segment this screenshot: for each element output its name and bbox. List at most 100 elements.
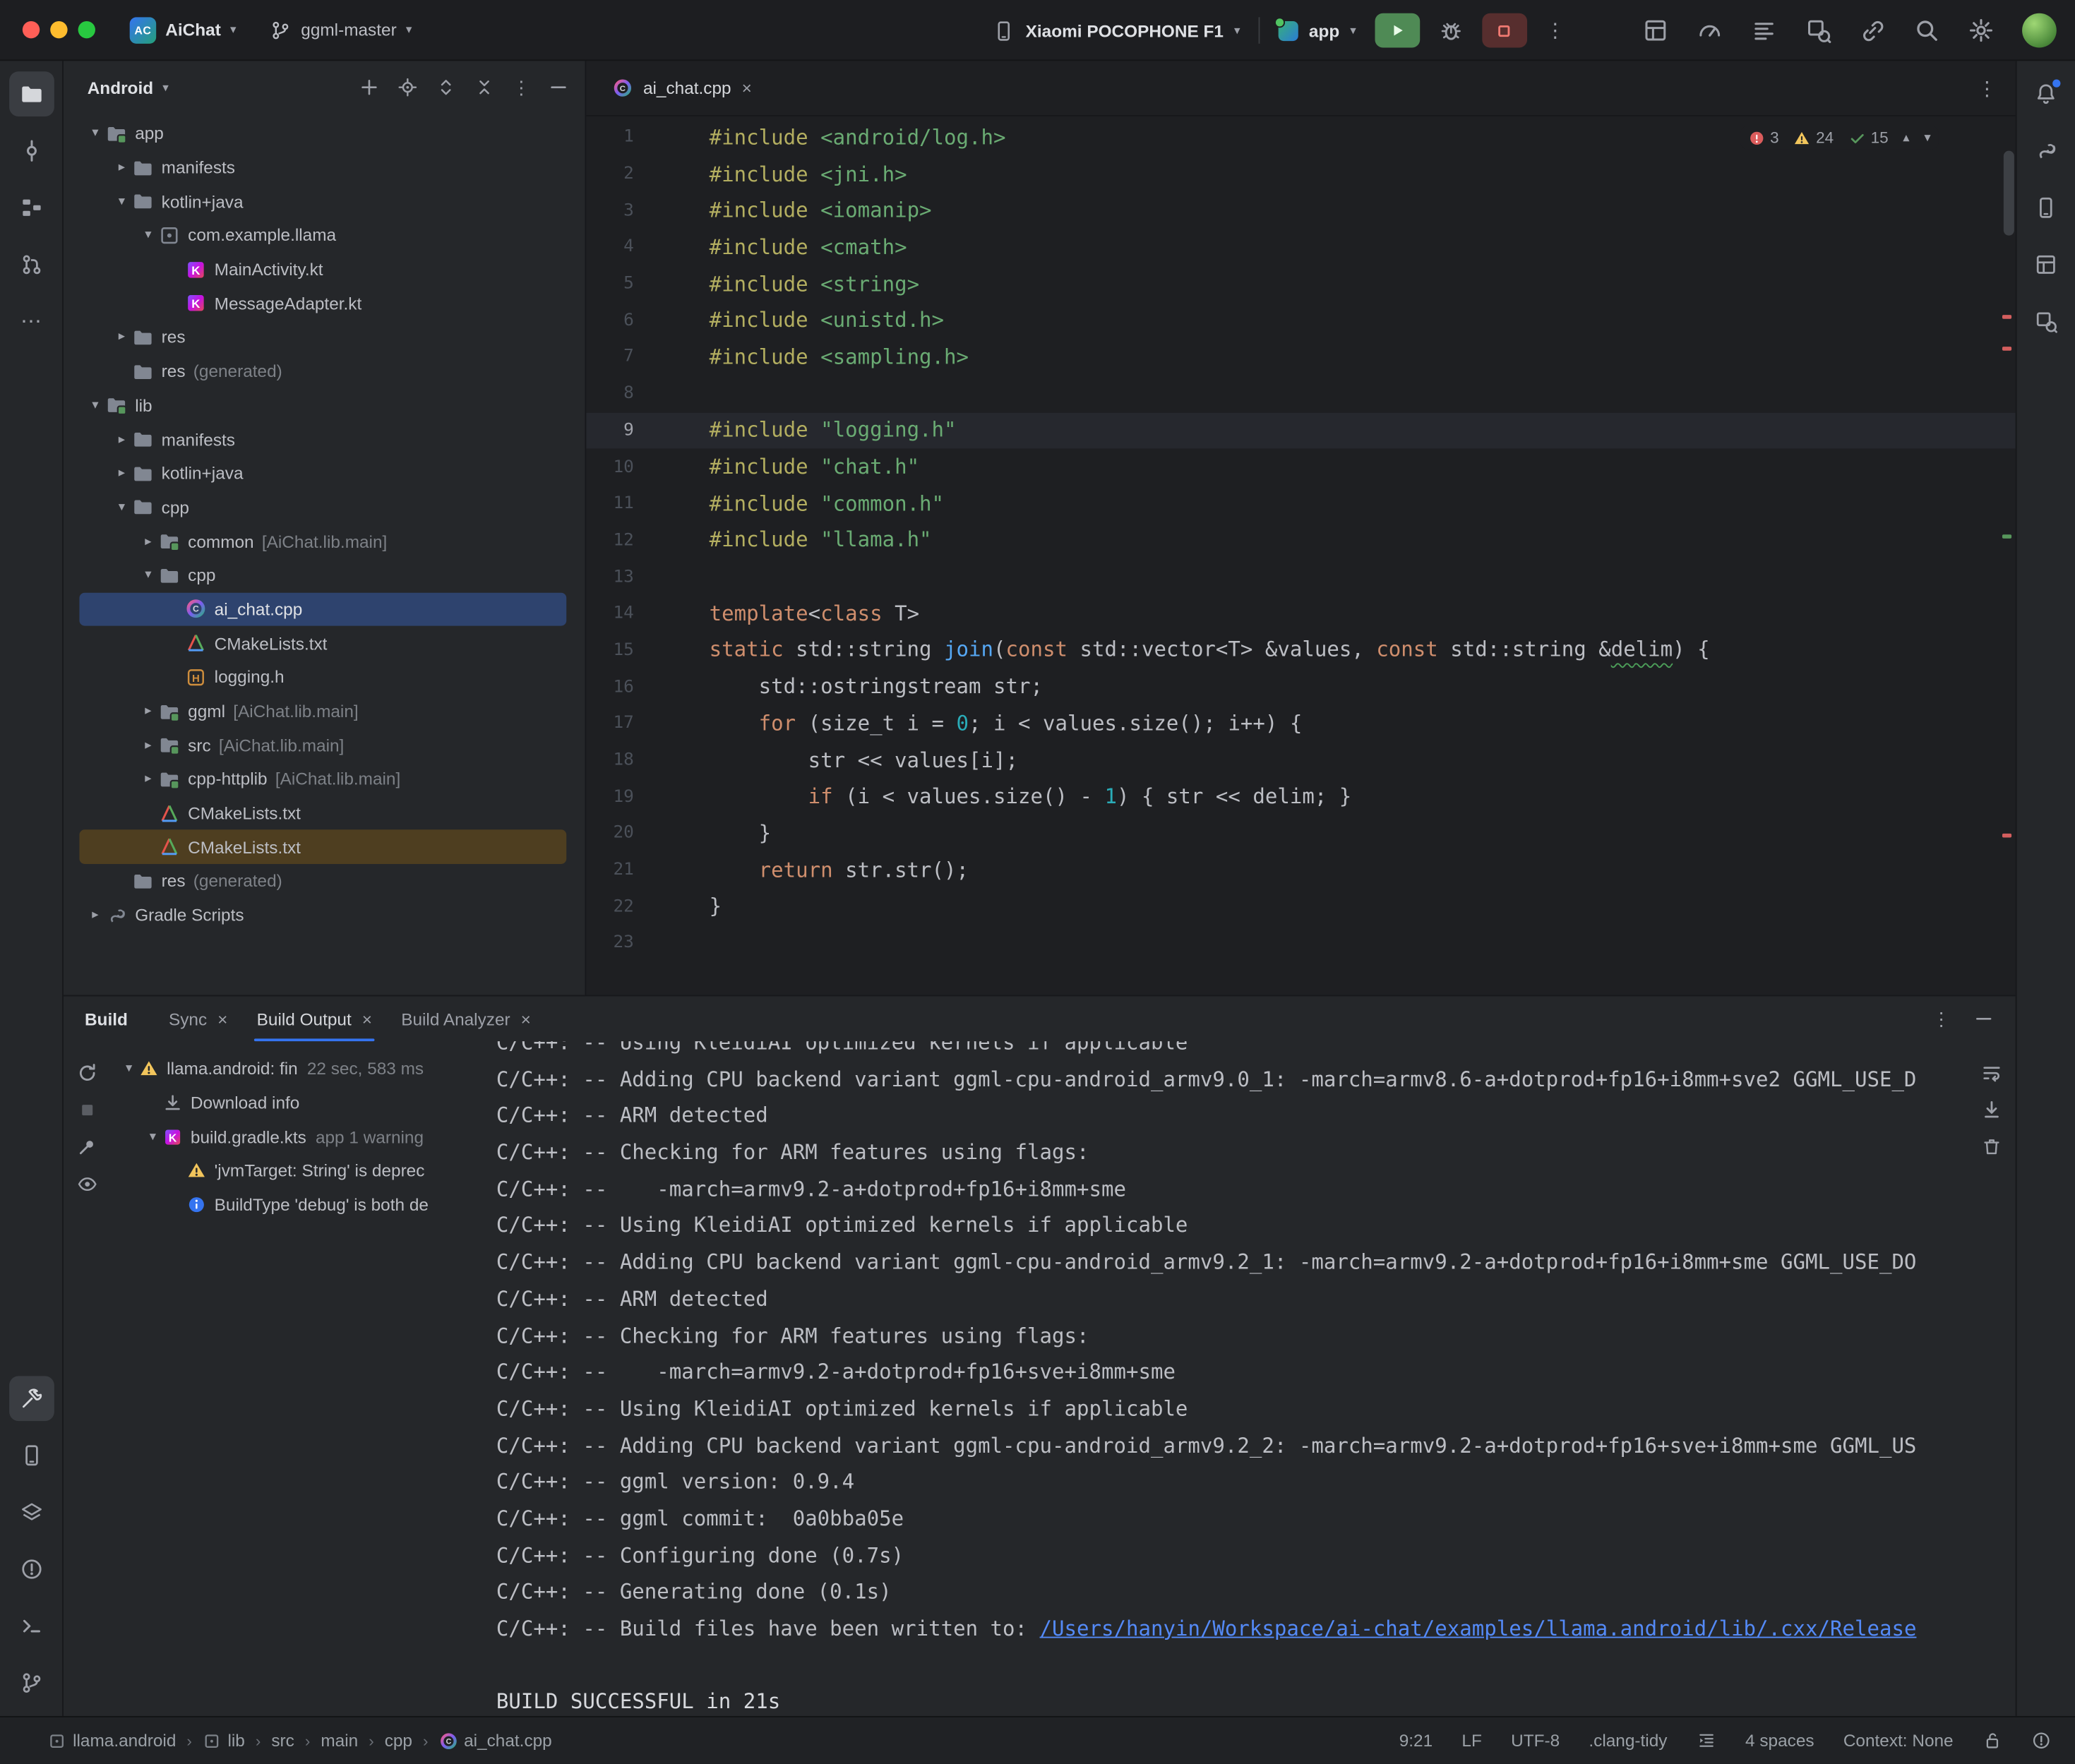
chevron-down-icon[interactable]: ▾: [138, 228, 159, 243]
line-separator-widget[interactable]: LF: [1461, 1731, 1481, 1751]
code-line[interactable]: 18 str << values[i];: [586, 742, 2015, 779]
search-everywhere-button[interactable]: [1913, 17, 1939, 43]
zoom-window-button[interactable]: [78, 21, 95, 38]
code-line[interactable]: 3#include <iomanip>: [586, 192, 2015, 229]
chevron-right-icon[interactable]: ▸: [111, 432, 132, 447]
error-stripe-mark[interactable]: [2002, 315, 2011, 319]
terminal-tool-button[interactable]: [8, 1604, 54, 1649]
build-console[interactable]: C/C++: -- Using KleidiAI optimized kerne…: [489, 1041, 2016, 1716]
clang-tidy-widget[interactable]: .clang-tidy: [1589, 1731, 1667, 1751]
code-line[interactable]: 16 std::ostringstream str;: [586, 668, 2015, 705]
branch-selector[interactable]: ggml-master ▾: [270, 19, 412, 40]
clear-console-button[interactable]: [1981, 1136, 2002, 1158]
breadcrumb-item[interactable]: llama.android: [47, 1731, 176, 1751]
project-tree-item[interactable]: ▸ggml[AiChat.lib.main]: [79, 694, 566, 728]
project-tree-item[interactable]: ▸manifests: [79, 422, 566, 456]
collapse-all-button[interactable]: [474, 77, 495, 98]
build-tree-item[interactable]: Download info: [111, 1086, 488, 1120]
problems-tool-button[interactable]: [8, 1547, 54, 1592]
build-tree-item[interactable]: 'jvmTarget: String' is deprec: [111, 1154, 488, 1188]
stop-button[interactable]: [1482, 13, 1527, 48]
chevron-right-icon[interactable]: ▸: [111, 160, 132, 175]
caret-position-widget[interactable]: 9:21: [1399, 1731, 1433, 1751]
project-tree-item[interactable]: ▾lib: [79, 388, 566, 422]
code-line[interactable]: 2#include <jni.h>: [586, 156, 2015, 193]
more-run-actions-button[interactable]: ⋮: [1545, 18, 1565, 42]
editor-options-button[interactable]: ⋮: [1977, 76, 1997, 100]
commit-tool-button[interactable]: [8, 128, 54, 174]
chevron-down-icon[interactable]: ▾: [119, 1062, 139, 1076]
code-line[interactable]: 6#include <unistd.h>: [586, 302, 2015, 339]
code-line[interactable]: 17 for (size_t i = 0; i < values.size();…: [586, 705, 2015, 742]
chevron-right-icon[interactable]: ▸: [138, 534, 159, 548]
error-stripe-mark[interactable]: [2002, 347, 2011, 351]
build-tab-build-analyzer[interactable]: Build Analyzer×: [387, 996, 546, 1041]
build-tree-item[interactable]: BuildType 'debug' is both de: [111, 1188, 488, 1222]
code-line[interactable]: 8: [586, 376, 2015, 412]
project-tree-item[interactable]: CMakeLists.txt: [79, 796, 566, 830]
settings-button[interactable]: [1968, 17, 1994, 43]
code-line[interactable]: 14template<class T>: [586, 595, 2015, 632]
project-tree-item[interactable]: ▾com.example.llama: [79, 218, 566, 252]
code-line[interactable]: 4#include <cmath>: [586, 229, 2015, 265]
more-tools-button[interactable]: ⋯: [8, 299, 54, 344]
chevron-down-icon[interactable]: ▾: [85, 398, 106, 413]
chevron-right-icon[interactable]: ▸: [111, 466, 132, 481]
app-inspection-button[interactable]: [1805, 17, 1831, 43]
project-tree-item[interactable]: res(generated): [79, 864, 566, 898]
code-line[interactable]: 12#include "llama.h": [586, 522, 2015, 559]
code-area[interactable]: 1#include <android/log.h>2#include <jni.…: [586, 116, 2015, 995]
next-problem-button[interactable]: ▾: [1924, 131, 1930, 145]
code-line[interactable]: 19 if (i < values.size() - 1) { str << d…: [586, 779, 2015, 815]
hide-panel-button[interactable]: [548, 77, 569, 98]
notifications-button[interactable]: [2023, 71, 2069, 116]
build-tree-item[interactable]: ▾Kbuild.gradle.ktsapp 1 warning: [111, 1120, 488, 1153]
project-tree-item[interactable]: ▾app: [79, 116, 566, 150]
profiler-button[interactable]: [1697, 17, 1723, 43]
code-line[interactable]: 7#include <sampling.h>: [586, 339, 2015, 376]
restart-build-button[interactable]: [77, 1062, 98, 1084]
chevron-right-icon[interactable]: ▸: [111, 330, 132, 345]
scroll-to-end-button[interactable]: [1981, 1100, 2002, 1121]
breadcrumb-item[interactable]: main: [321, 1731, 358, 1751]
project-tree-item[interactable]: ▸res: [79, 320, 566, 354]
build-tool-button[interactable]: [8, 1376, 54, 1421]
breadcrumb-item[interactable]: lib: [203, 1731, 245, 1751]
project-tree-item[interactable]: KMessageAdapter.kt: [79, 287, 566, 320]
encoding-widget[interactable]: UTF-8: [1511, 1731, 1560, 1751]
code-line[interactable]: 15static std::string join(const std::vec…: [586, 632, 2015, 668]
console-link[interactable]: /Users/hanyin/Workspace/ai-chat/examples…: [1040, 1617, 1917, 1641]
device-mirroring-button[interactable]: [1860, 17, 1886, 43]
build-tree-item[interactable]: ▾llama.android: fin22 sec, 583 ms: [111, 1052, 488, 1086]
code-line[interactable]: 20 }: [586, 815, 2015, 852]
breadcrumb-item[interactable]: cpp: [385, 1731, 412, 1751]
project-view-selector[interactable]: Android: [88, 78, 153, 97]
lock-icon[interactable]: [1983, 1731, 2002, 1751]
breadcrumb-item[interactable]: src: [271, 1731, 294, 1751]
project-tree-item[interactable]: Hlogging.h: [79, 660, 566, 694]
close-tab-button[interactable]: ×: [521, 1009, 531, 1028]
code-line-current[interactable]: 9#include "logging.h": [586, 412, 2015, 449]
change-stripe-mark[interactable]: [2002, 534, 2011, 539]
close-tab-button[interactable]: ×: [742, 78, 752, 98]
inspections-icon[interactable]: [2031, 1731, 2051, 1751]
project-tree-item[interactable]: CMakeLists.txt: [79, 830, 566, 864]
project-tree-item[interactable]: ▸Gradle Scripts: [79, 898, 566, 932]
breadcrumb-item[interactable]: Cai_chat.cpp: [438, 1731, 551, 1751]
chevron-down-icon[interactable]: ▾: [111, 500, 132, 515]
chevron-down-icon[interactable]: ▾: [111, 194, 132, 209]
chevron-right-icon[interactable]: ▸: [138, 738, 159, 752]
code-line[interactable]: 23: [586, 925, 2015, 961]
project-tool-button[interactable]: [8, 71, 54, 116]
project-tree-item[interactable]: ▸src[AiChat.lib.main]: [79, 728, 566, 762]
chevron-down-icon[interactable]: ▾: [143, 1129, 162, 1144]
chevron-down-icon[interactable]: ▾: [138, 568, 159, 583]
project-tree-item[interactable]: Cai_chat.cpp: [79, 592, 566, 626]
editor-tab[interactable]: C ai_chat.cpp ×: [597, 61, 767, 115]
filter-messages-button[interactable]: [77, 1174, 98, 1195]
expand-all-button[interactable]: [436, 77, 457, 98]
structure-tool-button[interactable]: [8, 185, 54, 230]
device-manager-tool-button[interactable]: [2023, 185, 2069, 230]
chevron-down-icon[interactable]: ▾: [85, 126, 106, 141]
project-tree-item[interactable]: ▸kotlin+java: [79, 456, 566, 490]
